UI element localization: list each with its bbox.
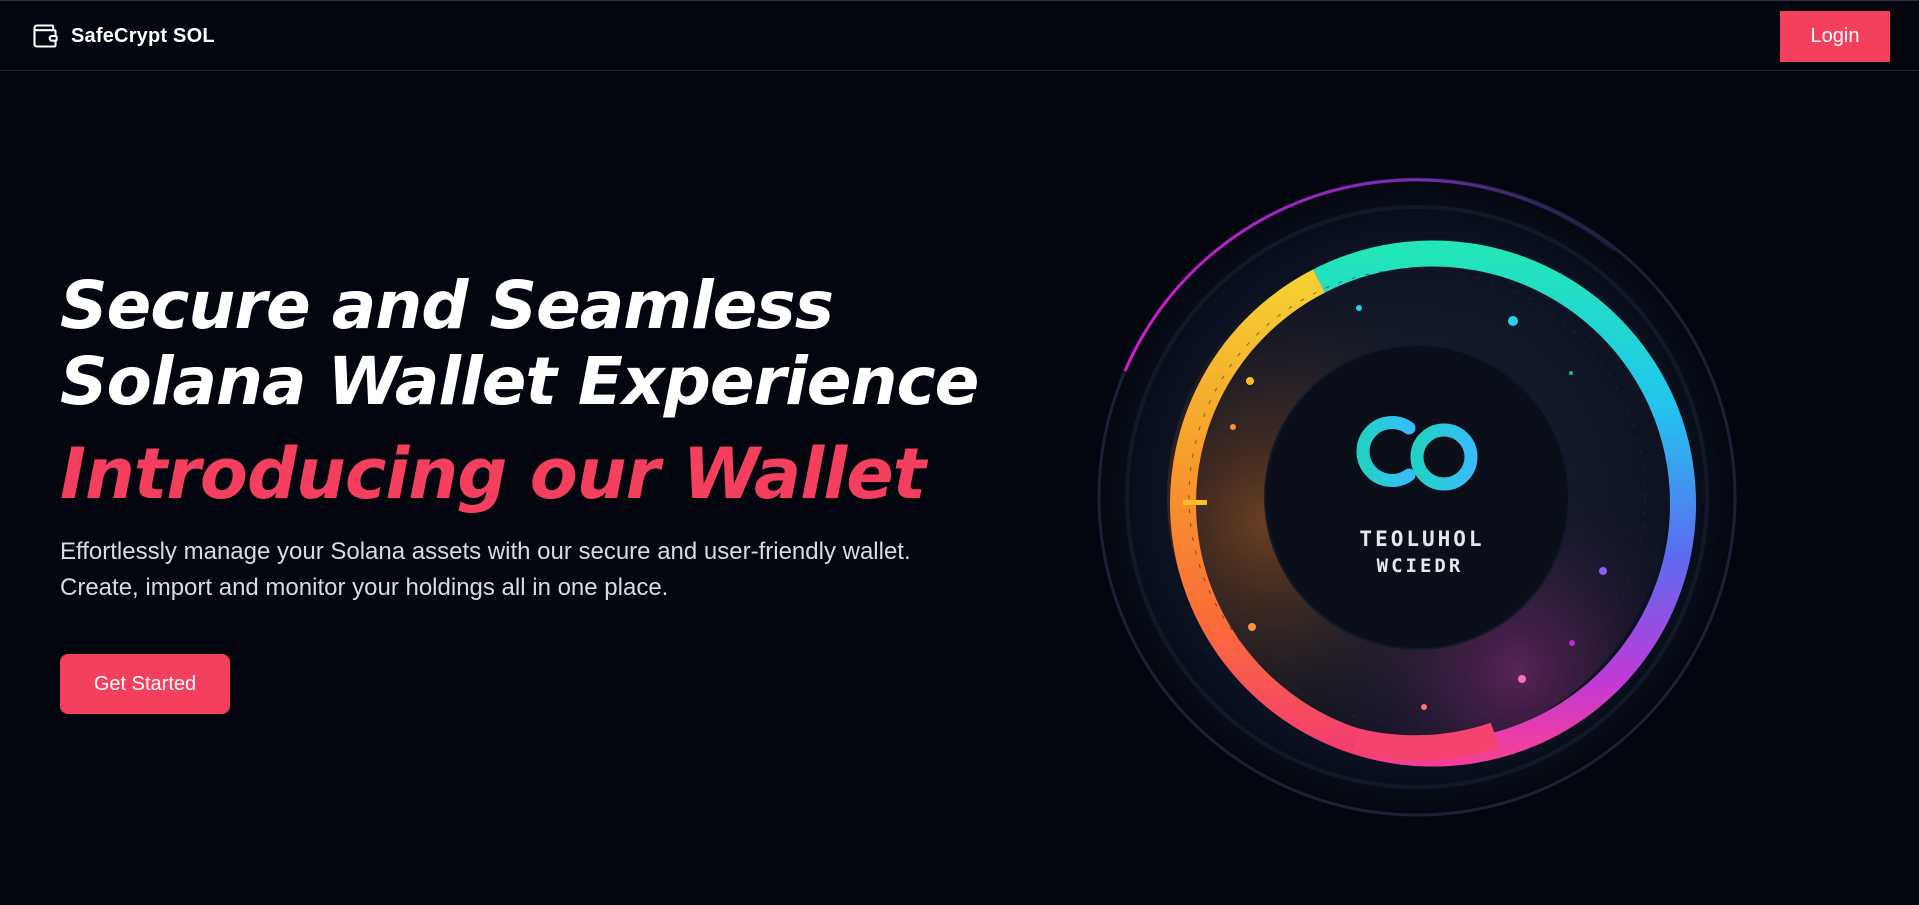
hero-headline: Secure and Seamless Solana Wallet Experi… bbox=[60, 267, 979, 420]
hero-wallet-illustration: TEOLUHOL WCIEDR bbox=[1095, 175, 1740, 820]
login-button[interactable]: Login bbox=[1780, 11, 1890, 62]
get-started-button[interactable]: Get Started bbox=[60, 654, 230, 714]
wallet-ring-graphic: TEOLUHOL WCIEDR bbox=[1097, 177, 1737, 817]
logo-text-line-2: WCIEDR bbox=[1377, 555, 1464, 577]
logo-text-line-1: TEOLUHOL bbox=[1359, 527, 1484, 551]
brand-name: SafeCrypt SOL bbox=[71, 24, 215, 47]
brand[interactable]: SafeCrypt SOL bbox=[31, 22, 215, 50]
hero-description-line-2: Create, import and monitor your holdings… bbox=[60, 574, 669, 601]
hero-description-line-1: Effortlessly manage your Solana assets w… bbox=[60, 538, 911, 565]
hero-section: Secure and Seamless Solana Wallet Experi… bbox=[60, 268, 1020, 714]
hero-description: Effortlessly manage your Solana assets w… bbox=[60, 534, 1020, 606]
wallet-icon bbox=[33, 24, 58, 48]
hero-subheadline: Introducing our Wallet bbox=[60, 433, 926, 515]
top-navbar: SafeCrypt SOL Login bbox=[0, 0, 1919, 71]
